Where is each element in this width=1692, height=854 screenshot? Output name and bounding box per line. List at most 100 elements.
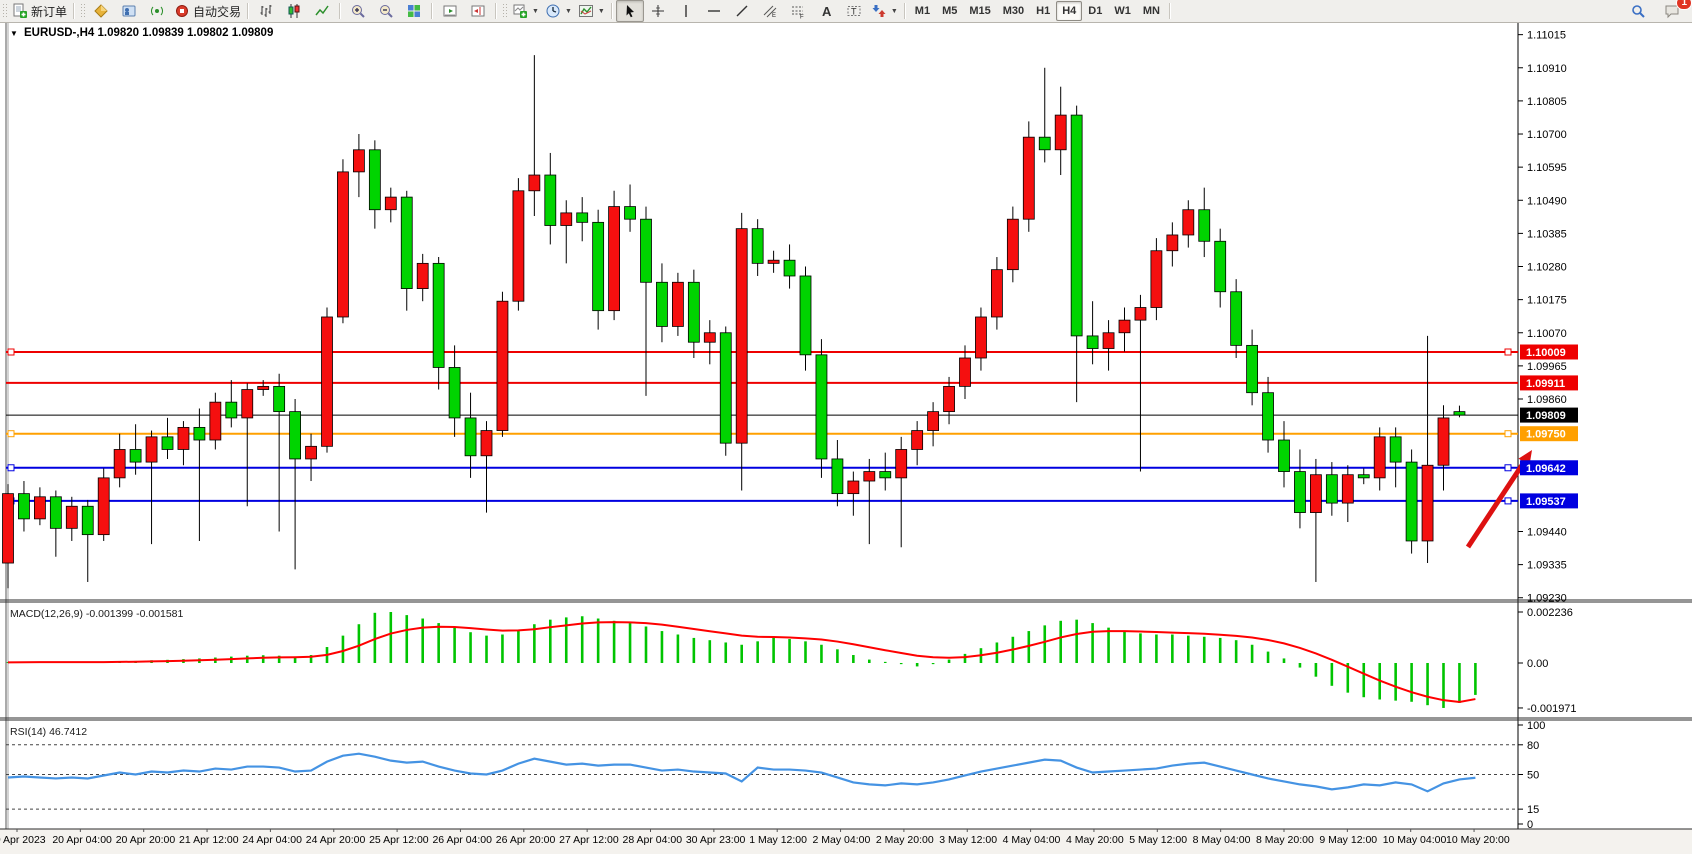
rsi-axis-label: 80 xyxy=(1527,740,1539,752)
chevron-down-icon: ▼ xyxy=(532,8,539,15)
candle-body xyxy=(672,282,683,326)
candle-body xyxy=(609,207,620,311)
rsi-axis-label: 0 xyxy=(1527,819,1533,831)
candle-body xyxy=(66,506,77,528)
line-handle[interactable] xyxy=(1505,349,1511,355)
candle-body xyxy=(1151,251,1162,308)
fibonacci-button[interactable]: F xyxy=(784,0,812,22)
candle-body xyxy=(337,172,348,317)
price-badge-label: 1.10009 xyxy=(1526,347,1566,359)
candle-body xyxy=(848,481,859,494)
timeframe-m15-button[interactable]: M15 xyxy=(963,1,996,21)
price-axis-label: 1.09230 xyxy=(1527,593,1567,605)
timeframe-m1-button[interactable]: M1 xyxy=(909,1,936,21)
candle-body xyxy=(258,386,269,389)
new-order-button[interactable]: 新订单 xyxy=(9,0,70,22)
zoom-out-icon xyxy=(378,3,394,19)
candle-body xyxy=(162,437,173,450)
candle-body xyxy=(306,446,317,459)
notifications-button[interactable]: 1 xyxy=(1658,0,1686,22)
indicators-button[interactable]: ▼ xyxy=(575,0,608,22)
auto-scroll-icon xyxy=(442,3,458,19)
candle-body xyxy=(3,494,14,563)
svg-text:E: E xyxy=(772,13,776,19)
zoom-in-button[interactable] xyxy=(344,0,372,22)
chevron-down-icon: ▼ xyxy=(598,8,605,15)
arrows-button[interactable]: ▼ xyxy=(868,0,901,22)
zoom-out-button[interactable] xyxy=(372,0,400,22)
crosshair-button[interactable] xyxy=(644,0,672,22)
line-handle[interactable] xyxy=(1505,498,1511,504)
candle-body xyxy=(98,478,109,535)
search-button[interactable] xyxy=(1624,0,1652,22)
candle-body xyxy=(800,276,811,355)
line-handle[interactable] xyxy=(8,431,14,437)
candle-body xyxy=(1055,115,1066,150)
time-axis-label: 10 May 04:00 xyxy=(1383,834,1447,846)
candle-body xyxy=(385,197,396,210)
text-icon: A xyxy=(818,3,834,19)
timeframe-h4-button[interactable]: H4 xyxy=(1056,1,1082,21)
new-order-label: 新订单 xyxy=(31,3,67,20)
auto-scroll-button[interactable] xyxy=(436,0,464,22)
candle-body xyxy=(784,260,795,276)
timeframe-h1-button[interactable]: H1 xyxy=(1030,1,1056,21)
candle-body xyxy=(1119,320,1130,333)
hline-button[interactable] xyxy=(700,0,728,22)
trendline-button[interactable] xyxy=(728,0,756,22)
line-handle[interactable] xyxy=(8,349,14,355)
time-axis-label: 2 May 20:00 xyxy=(876,834,934,846)
price-axis-label: 1.10175 xyxy=(1527,295,1567,307)
data-window-button[interactable] xyxy=(115,0,143,22)
timeframe-d1-button[interactable]: D1 xyxy=(1082,1,1108,21)
price-badge-label: 1.09642 xyxy=(1526,463,1566,475)
crosshair-icon xyxy=(650,3,666,19)
candle-body xyxy=(481,431,492,456)
vline-button[interactable] xyxy=(672,0,700,22)
candle-body xyxy=(1326,475,1337,503)
toolbar-grip xyxy=(502,3,507,19)
tile-windows-button[interactable] xyxy=(400,0,428,22)
line-handle[interactable] xyxy=(8,465,14,471)
new-chart-button[interactable]: ▼ xyxy=(509,0,542,22)
arrows-icon xyxy=(871,3,887,19)
candle-body xyxy=(688,282,699,342)
candle-body xyxy=(912,431,923,450)
channel-icon: E xyxy=(762,3,778,19)
timeframe-mn-button[interactable]: MN xyxy=(1137,1,1166,21)
candle-body xyxy=(178,427,189,449)
candle-body xyxy=(1374,437,1385,478)
candle-body xyxy=(1390,437,1401,462)
price-axis-label: 1.10595 xyxy=(1527,162,1567,174)
candle-body xyxy=(1279,440,1290,472)
candle-body xyxy=(832,459,843,494)
toolbar-separator xyxy=(73,3,75,19)
autotrade-button[interactable]: 自动交易 xyxy=(171,0,244,22)
candle-body xyxy=(226,402,237,418)
timeframe-m5-button[interactable]: M5 xyxy=(936,1,963,21)
symbol-dropdown-icon[interactable]: ▼ xyxy=(10,29,18,38)
chart-shift-button[interactable] xyxy=(464,0,492,22)
navigator-button[interactable] xyxy=(143,0,171,22)
bars-chart-button[interactable] xyxy=(252,0,280,22)
line-handle[interactable] xyxy=(1505,465,1511,471)
line-handle[interactable] xyxy=(1505,431,1511,437)
toolbar-separator xyxy=(339,3,341,19)
macd-indicator-label: MACD(12,26,9) -0.001399 -0.001581 xyxy=(10,608,184,620)
channel-button[interactable]: E xyxy=(756,0,784,22)
market-watch-button[interactable] xyxy=(87,0,115,22)
period-clock-button[interactable]: ▼ xyxy=(542,0,575,22)
candle-chart-button[interactable] xyxy=(280,0,308,22)
text-button[interactable]: A xyxy=(812,0,840,22)
candle-body xyxy=(274,386,285,411)
label-button[interactable]: T xyxy=(840,0,868,22)
timeframe-m30-button[interactable]: M30 xyxy=(997,1,1030,21)
market-watch-icon xyxy=(93,3,109,19)
cursor-button[interactable] xyxy=(616,0,644,22)
line-chart-button[interactable] xyxy=(308,0,336,22)
price-axis-label: 1.09335 xyxy=(1527,560,1567,572)
rsi-axis-label: 50 xyxy=(1527,770,1539,782)
hline-icon xyxy=(706,3,722,19)
candle-body xyxy=(1438,418,1449,465)
timeframe-w1-button[interactable]: W1 xyxy=(1108,1,1137,21)
